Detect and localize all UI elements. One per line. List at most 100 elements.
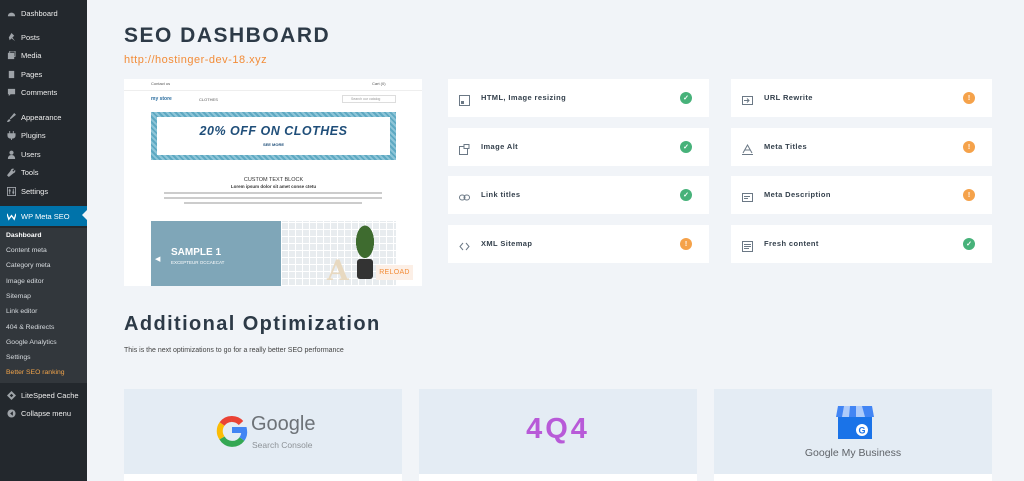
submenu-image-editor[interactable]: Image editor	[6, 278, 44, 285]
seo-submenu: Dashboard Content meta Category meta Ima…	[0, 228, 87, 383]
check-meta-description[interactable]: Meta Description !	[731, 176, 992, 214]
check-url-rewrite[interactable]: URL Rewrite !	[731, 79, 992, 117]
menu-label: Users	[21, 149, 41, 159]
menu-label: Comments	[21, 87, 58, 97]
preview-slide-panel: ◀ SAMPLE 1 EXCEPTEUR OCCAECAT	[151, 221, 281, 286]
url-rewrite-icon	[742, 93, 753, 105]
reload-button[interactable]: RELOAD	[376, 265, 413, 280]
users-icon	[6, 149, 16, 159]
preview-text-line	[164, 197, 382, 199]
check-xml-sitemap[interactable]: XML Sitemap !	[448, 225, 709, 263]
page-title: SEO DASHBOARD	[124, 24, 331, 47]
submenu-dashboard[interactable]: Dashboard	[6, 232, 42, 239]
collapse-icon	[6, 408, 16, 418]
submenu-better-seo-ranking[interactable]: Better SEO ranking	[6, 369, 65, 376]
menu-label: Pages	[21, 69, 43, 79]
menu-wp-meta-seo[interactable]: WP Meta SEO	[0, 206, 87, 226]
submenu-category-meta[interactable]: Category meta	[6, 262, 51, 269]
menu-settings[interactable]: Settings	[0, 182, 87, 200]
diamond-icon	[6, 390, 16, 400]
section-title: Additional Optimization	[124, 313, 381, 335]
menu-appearance[interactable]: Appearance	[0, 108, 87, 126]
check-html-image-resizing[interactable]: HTML, Image resizing ✓	[448, 79, 709, 117]
menu-label: Media	[21, 50, 42, 60]
status-warn-icon: !	[680, 238, 692, 250]
pin-icon	[6, 32, 16, 42]
menu-dashboard[interactable]: Dashboard	[0, 4, 87, 22]
google-search-console-card[interactable]: Google Search Console	[124, 389, 402, 481]
check-label: Image Alt	[481, 142, 519, 151]
menu-label: Dashboard	[21, 8, 58, 18]
check-link-titles[interactable]: Link titles ✓	[448, 176, 709, 214]
collapse-menu[interactable]: Collapse menu	[0, 404, 87, 422]
google-g-logo-icon	[216, 415, 248, 447]
submenu-google-analytics[interactable]: Google Analytics	[6, 339, 57, 346]
preview-header: my store CLOTHES Search our catalog	[124, 91, 422, 109]
menu-label: Settings	[21, 186, 49, 196]
site-url-link[interactable]: http://hostinger-dev-18.xyz	[124, 54, 267, 66]
menu-comments[interactable]: Comments	[0, 83, 87, 101]
submenu-settings[interactable]: Settings	[6, 354, 31, 361]
menu-posts[interactable]: Posts	[0, 28, 87, 46]
preview-block-title: CUSTOM TEXT BLOCK	[243, 177, 304, 183]
check-image-alt[interactable]: Image Alt ✓	[448, 128, 709, 166]
preview-slide-sub: EXCEPTEUR OCCAECAT	[171, 260, 225, 265]
preview-slider: A ◀ SAMPLE 1 EXCEPTEUR OCCAECAT	[151, 221, 396, 286]
404-card[interactable]: 4Q4	[419, 389, 697, 481]
check-label: Meta Description	[764, 190, 831, 199]
check-label: Link titles	[481, 190, 521, 199]
menu-label: Plugins	[21, 130, 46, 140]
menu-label: Appearance	[21, 112, 62, 122]
link-icon	[459, 190, 470, 201]
menu-tools[interactable]: Tools	[0, 163, 87, 181]
404-logo: 4Q4	[526, 413, 590, 445]
menu-label: Posts	[21, 32, 40, 42]
settings-icon	[6, 186, 16, 196]
brush-icon	[6, 112, 16, 122]
check-fresh-content[interactable]: Fresh content ✓	[731, 225, 992, 263]
google-my-business-card[interactable]: G Google My Business	[714, 389, 992, 481]
text-a-icon	[742, 142, 753, 155]
submenu-sitemap[interactable]: Sitemap	[6, 293, 31, 300]
menu-pages[interactable]: Pages	[0, 65, 87, 83]
status-ok-icon: ✓	[680, 189, 692, 201]
comment-icon	[6, 87, 16, 97]
check-label: HTML, Image resizing	[481, 93, 567, 102]
content-icon	[742, 239, 753, 252]
admin-sidebar: Dashboard Posts Media Pages Comments App…	[0, 0, 87, 481]
submenu-content-meta[interactable]: Content meta	[6, 247, 47, 254]
check-meta-titles[interactable]: Meta Titles !	[731, 128, 992, 166]
check-label: Fresh content	[764, 239, 819, 248]
preview-contact-link: Contact us	[151, 81, 171, 86]
status-warn-icon: !	[963, 141, 975, 153]
preview-text-line	[164, 192, 382, 194]
preview-pot	[357, 259, 373, 279]
preview-text-line	[184, 202, 362, 204]
preview-search: Search our catalog	[342, 95, 396, 103]
media-icon	[6, 50, 16, 60]
description-icon	[742, 190, 753, 202]
menu-label: LiteSpeed Cache	[21, 390, 79, 400]
google-my-business-label: Google My Business	[804, 447, 902, 459]
pages-icon	[6, 69, 16, 79]
preview-slide-letter: A	[327, 254, 349, 286]
submenu-redirects[interactable]: 404 & Redirects	[6, 324, 54, 331]
menu-litespeed-cache[interactable]: LiteSpeed Cache	[0, 386, 87, 404]
preview-slide-title: SAMPLE 1	[171, 247, 222, 258]
submenu-link-editor[interactable]: Link editor	[6, 308, 37, 315]
menu-plugins[interactable]: Plugins	[0, 126, 87, 144]
menu-label: Collapse menu	[21, 408, 72, 418]
menu-label: WP Meta SEO	[21, 211, 70, 221]
check-label: Meta Titles	[764, 142, 808, 151]
wrench-icon	[6, 167, 16, 177]
seo-icon	[6, 211, 16, 221]
preview-block-sub: Lorem ipsum dolor sit amet conse ctetu	[230, 184, 317, 189]
menu-label: Tools	[21, 167, 39, 177]
card-footer	[714, 474, 992, 481]
check-label: URL Rewrite	[764, 93, 813, 102]
svg-text:G: G	[858, 426, 865, 436]
menu-users[interactable]: Users	[0, 145, 87, 163]
site-preview: Contact us Cart (0) my store CLOTHES Sea…	[124, 79, 422, 286]
preview-banner-text: 20% OFF ON CLOTHES	[199, 124, 348, 138]
menu-media[interactable]: Media	[0, 46, 87, 64]
